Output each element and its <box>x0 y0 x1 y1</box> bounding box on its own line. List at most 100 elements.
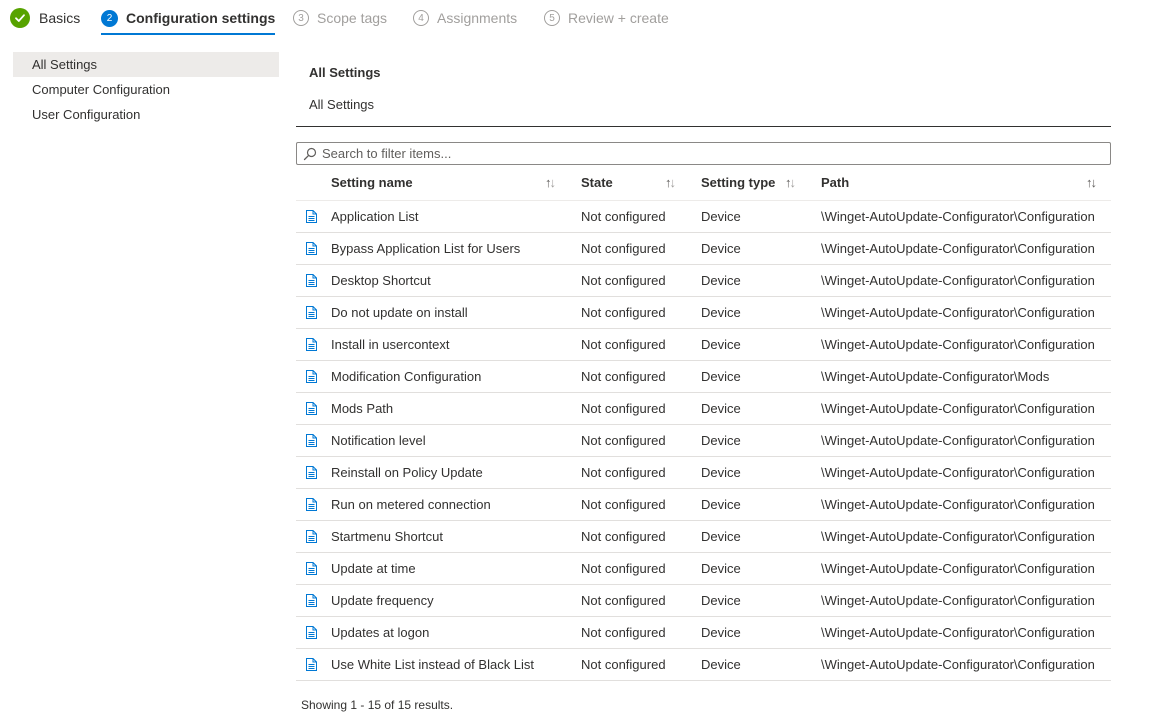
step-basics[interactable]: Basics <box>10 0 80 36</box>
setting-name-cell: Application List <box>331 209 419 224</box>
state-cell: Not configured <box>581 241 666 256</box>
panel-title: All Settings <box>309 65 381 80</box>
setting-name-cell: Mods Path <box>331 401 394 416</box>
setting-name-cell: Startmenu Shortcut <box>331 529 443 544</box>
setting-type-cell: Device <box>701 529 741 544</box>
table-row[interactable]: Application List Not configured Device \Win… <box>296 201 1111 233</box>
step-assignments[interactable]: 4 Assignments <box>413 0 517 36</box>
sort-icon[interactable]: ↑↓ <box>665 166 676 200</box>
table-row[interactable]: Update at time Not configured Device \Winge… <box>296 553 1111 585</box>
step-scope-tags[interactable]: 3 Scope tags <box>293 0 387 36</box>
document-icon <box>306 274 317 287</box>
sidebar-item-all-settings[interactable]: All Settings <box>13 52 279 77</box>
state-cell: Not configured <box>581 529 666 544</box>
column-header-state[interactable]: State <box>581 166 613 200</box>
path-cell: \Winget-AutoUpdate-Configurator\Configur… <box>821 433 1095 448</box>
table-header: Setting name ↑↓ State ↑↓ Setting type ↑↓… <box>296 166 1111 201</box>
sort-icon[interactable]: ↑↓ <box>545 166 556 200</box>
table-row[interactable]: Install in usercontext Not configured Devi… <box>296 329 1111 361</box>
sort-icon[interactable]: ↑↓ <box>785 166 796 200</box>
path-cell: \Winget-AutoUpdate-Configurator\Configur… <box>821 305 1095 320</box>
table-row[interactable]: Updates at logon Not configured Device \Win… <box>296 617 1111 649</box>
document-icon <box>306 434 317 447</box>
step-number: 5 <box>544 10 560 26</box>
table-row[interactable]: Modification Configuration Not configured… <box>296 361 1111 393</box>
state-cell: Not configured <box>581 209 666 224</box>
table-row[interactable]: Mods Path Not configured Device \Winget-Aut… <box>296 393 1111 425</box>
path-cell: \Winget-AutoUpdate-Configurator\Configur… <box>821 657 1095 672</box>
table-row[interactable]: Startmenu Shortcut Not configured Device \W… <box>296 521 1111 553</box>
table-row[interactable]: Use White List instead of Black List Not … <box>296 649 1111 681</box>
state-cell: Not configured <box>581 657 666 672</box>
document-icon <box>306 210 317 223</box>
path-cell: \Winget-AutoUpdate-Configurator\Configur… <box>821 401 1095 416</box>
path-cell: \Winget-AutoUpdate-Configurator\Mods <box>821 369 1050 384</box>
table-row[interactable]: Notification level Not configured Device \W… <box>296 425 1111 457</box>
setting-type-cell: Device <box>701 465 741 480</box>
path-cell: \Winget-AutoUpdate-Configurator\Configur… <box>821 497 1095 512</box>
step-label: Configuration settings <box>126 10 276 26</box>
column-header-setting-name[interactable]: Setting name <box>331 166 413 200</box>
setting-name-cell: Use White List instead of Black List <box>331 657 535 672</box>
state-cell: Not configured <box>581 433 666 448</box>
settings-category-nav: All Settings Computer Configuration User… <box>13 52 279 127</box>
document-icon <box>306 242 317 255</box>
setting-type-cell: Device <box>701 209 741 224</box>
sidebar-item-user-configuration[interactable]: User Configuration <box>13 102 279 127</box>
setting-name-cell: Desktop Shortcut <box>331 273 431 288</box>
setting-type-cell: Device <box>701 305 741 320</box>
setting-type-cell: Device <box>701 369 741 384</box>
table-row[interactable]: Reinstall on Policy Update Not configured… <box>296 457 1111 489</box>
table-row[interactable]: Run on metered connection Not configured D… <box>296 489 1111 521</box>
document-icon <box>306 338 317 351</box>
setting-name-cell: Modification Configuration <box>331 369 482 384</box>
step-number: 2 <box>101 9 118 27</box>
setting-type-cell: Device <box>701 657 741 672</box>
state-cell: Not configured <box>581 369 666 384</box>
document-icon <box>306 562 317 575</box>
state-cell: Not configured <box>581 625 666 640</box>
setting-type-cell: Device <box>701 593 741 608</box>
document-icon <box>306 370 317 383</box>
setting-name-cell: Updates at logon <box>331 625 430 640</box>
document-icon <box>306 498 317 511</box>
step-label: Scope tags <box>317 10 388 26</box>
state-cell: Not configured <box>581 497 666 512</box>
setting-name-cell: Update frequency <box>331 593 434 608</box>
search-input[interactable] <box>322 146 1110 161</box>
state-cell: Not configured <box>581 593 666 608</box>
document-icon <box>306 626 317 639</box>
setting-name-cell: Run on metered connection <box>331 497 491 512</box>
path-cell: \Winget-AutoUpdate-Configurator\Configur… <box>821 241 1095 256</box>
column-header-path[interactable]: Path <box>821 166 849 200</box>
document-icon <box>306 658 317 671</box>
setting-type-cell: Device <box>701 497 741 512</box>
step-configuration-settings[interactable]: 2 Configuration settings <box>101 0 276 36</box>
setting-name-cell: Do not update on install <box>331 305 468 320</box>
step-review-create[interactable]: 5 Review + create <box>544 0 669 36</box>
path-cell: \Winget-AutoUpdate-Configurator\Configur… <box>821 209 1095 224</box>
table-row[interactable]: Do not update on install Not configured De… <box>296 297 1111 329</box>
sidebar-item-computer-configuration[interactable]: Computer Configuration <box>13 77 279 102</box>
path-cell: \Winget-AutoUpdate-Configurator\Configur… <box>821 337 1095 352</box>
state-cell: Not configured <box>581 337 666 352</box>
table-row[interactable]: Update frequency Not configured Device \Win… <box>296 585 1111 617</box>
document-icon <box>306 466 317 479</box>
setting-type-cell: Device <box>701 337 741 352</box>
step-number: 4 <box>413 10 429 26</box>
sort-icon[interactable]: ↑↓ <box>1086 166 1097 200</box>
step-number: 3 <box>293 10 309 26</box>
table-body: Application List Not configured Device \Win… <box>296 201 1111 681</box>
settings-table: Setting name ↑↓ State ↑↓ Setting type ↑↓… <box>296 166 1111 681</box>
table-row[interactable]: Bypass Application List for Users Not con… <box>296 233 1111 265</box>
path-cell: \Winget-AutoUpdate-Configurator\Configur… <box>821 273 1095 288</box>
document-icon <box>306 594 317 607</box>
checkmark-icon <box>10 8 30 28</box>
state-cell: Not configured <box>581 273 666 288</box>
setting-type-cell: Device <box>701 241 741 256</box>
path-cell: \Winget-AutoUpdate-Configurator\Configur… <box>821 465 1095 480</box>
table-row[interactable]: Desktop Shortcut Not configured Device \Win… <box>296 265 1111 297</box>
results-count: Showing 1 - 15 of 15 results. <box>301 698 454 712</box>
setting-name-cell: Reinstall on Policy Update <box>331 465 483 480</box>
column-header-setting-type[interactable]: Setting type <box>701 166 775 200</box>
